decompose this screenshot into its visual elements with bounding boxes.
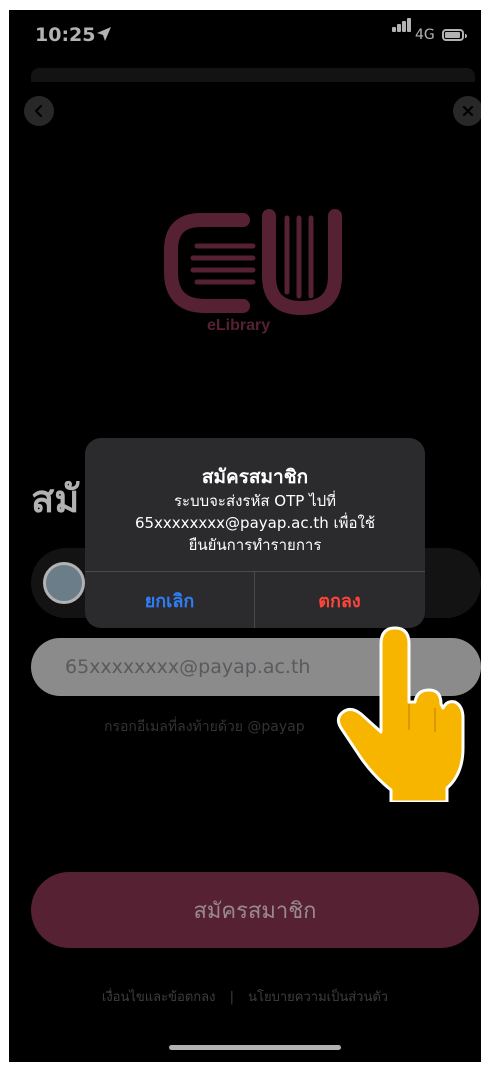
dialog-message: ระบบจะส่งรหัส OTP ไปที่ 65xxxxxxxx@payap… (105, 490, 405, 556)
dialog-message-line: ระบบจะส่งรหัส OTP ไปที่ (173, 492, 337, 510)
otp-confirm-dialog: สมัครสมาชิก ระบบจะส่งรหัส OTP ไปที่ 65xx… (85, 438, 425, 628)
cancel-button[interactable]: ยกเลิก (85, 572, 254, 628)
dialog-message-line: 65xxxxxxxx@payap.ac.th เพื่อใช้ (134, 514, 376, 532)
confirm-button[interactable]: ตกลง (255, 572, 424, 628)
dialog-message-line: ยืนยันการทำรายการ (188, 536, 322, 554)
pointing-hand-icon (336, 626, 465, 802)
phone-screen: 10:25 4G eLibrary สมั 65xxxxxxxx@payap.a… (9, 10, 481, 1062)
dialog-title: สมัครสมาชิก (201, 466, 309, 488)
